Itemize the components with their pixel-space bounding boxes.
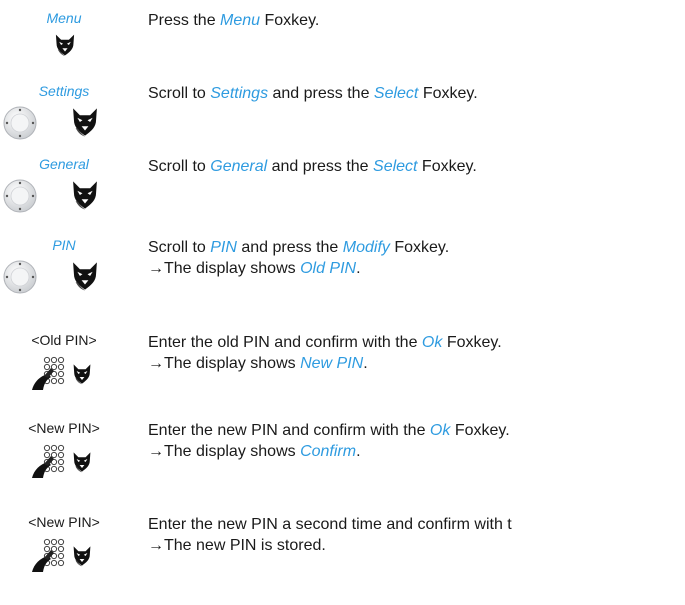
step-description: Scroll to PIN and press the Modify Foxke… [148, 237, 449, 279]
keypad-icon [30, 442, 70, 487]
text-segment: The display shows [164, 443, 301, 460]
highlighted-term: New PIN [300, 355, 364, 372]
description-line: Press the Menu Foxkey. [148, 10, 319, 31]
highlighted-term: Old PIN [300, 260, 357, 277]
step-description: Enter the old PIN and confirm with the O… [148, 332, 502, 374]
fox-icon [68, 178, 102, 217]
description-line: Enter the old PIN and confirm with the O… [148, 332, 502, 353]
text-segment: and press the [267, 158, 374, 175]
text-segment: Foxkey. [417, 158, 477, 175]
highlighted-term: Ok [429, 422, 451, 439]
highlighted-term: Settings [210, 85, 269, 102]
navigation-key-icon [2, 178, 38, 219]
text-segment: Enter the old PIN and confirm with the [148, 334, 422, 351]
highlighted-term: General [210, 158, 268, 175]
step-icons [0, 354, 128, 394]
highlighted-term: Ok [421, 334, 443, 351]
text-segment: Foxkey. [260, 12, 320, 29]
text-segment: The display shows [164, 260, 301, 277]
description-line: →The new PIN is stored. [148, 535, 512, 556]
step-icons [0, 259, 128, 299]
description-line: Scroll to General and press the Select F… [148, 156, 477, 177]
step-label: General [39, 156, 89, 172]
description-line: Enter the new PIN a second time and conf… [148, 514, 512, 535]
fox-icon [68, 259, 102, 298]
text-segment: and press the [268, 85, 374, 102]
text-segment: Enter the new PIN a second time and conf… [148, 516, 512, 533]
highlighted-term: Select [373, 158, 418, 175]
highlighted-term: Menu [220, 12, 261, 29]
text-segment: Scroll to [148, 239, 211, 256]
navigation-key-icon [2, 259, 38, 300]
text-segment: Foxkey. [450, 422, 510, 439]
description-line: Enter the new PIN and confirm with the O… [148, 420, 510, 441]
step-icons [0, 178, 128, 218]
keypad-icon [30, 354, 70, 399]
step-icons [0, 442, 128, 482]
step-description: Enter the new PIN a second time and conf… [148, 514, 512, 556]
arrow-icon: → [148, 355, 164, 372]
step-label: <New PIN> [28, 514, 100, 530]
fox-icon [70, 450, 94, 479]
step-label: Menu [46, 10, 82, 26]
highlighted-term: PIN [210, 239, 237, 256]
text-segment: Foxkey. [389, 239, 450, 256]
arrow-icon: → [148, 443, 164, 460]
keypad-icon [30, 536, 70, 581]
highlighted-term: Confirm [300, 443, 357, 460]
text-segment: Foxkey. [442, 334, 502, 351]
highlighted-term: Select [373, 85, 419, 102]
text-segment: Scroll to [148, 85, 211, 102]
step-icons [0, 105, 128, 145]
step-description: Scroll to General and press the Select F… [148, 156, 477, 177]
step-label: PIN [52, 237, 76, 253]
description-line: Scroll to Settings and press the Select … [148, 83, 478, 104]
text-segment: Enter the new PIN and confirm with the [148, 422, 430, 439]
text-segment: The display shows [164, 355, 301, 372]
highlighted-term: Modify [342, 239, 390, 256]
step-description: Enter the new PIN and confirm with the O… [148, 420, 510, 462]
text-segment: and press the [236, 239, 343, 256]
step-icons [0, 32, 128, 72]
text-segment: Foxkey. [418, 85, 478, 102]
text-segment: . [356, 443, 361, 460]
arrow-icon: → [148, 537, 164, 554]
fox-icon [68, 105, 102, 144]
step-icons [0, 536, 128, 576]
text-segment: . [363, 355, 368, 372]
description-line: Scroll to PIN and press the Modify Foxke… [148, 237, 449, 258]
description-line: →The display shows Old PIN. [148, 258, 449, 279]
fox-icon [70, 362, 94, 391]
step-description: Scroll to Settings and press the Select … [148, 83, 478, 104]
step-label: Settings [38, 83, 90, 99]
text-segment: Scroll to [148, 158, 211, 175]
text-segment: . [356, 260, 361, 277]
text-segment: The new PIN is stored. [164, 537, 326, 554]
navigation-key-icon [2, 105, 38, 146]
fox-icon [52, 32, 78, 63]
text-segment: Press the [148, 12, 221, 29]
step-label: <New PIN> [28, 420, 100, 436]
description-line: →The display shows New PIN. [148, 353, 502, 374]
description-line: →The display shows Confirm. [148, 441, 510, 462]
step-label: <Old PIN> [31, 332, 97, 348]
step-description: Press the Menu Foxkey. [148, 10, 319, 31]
fox-icon [70, 544, 94, 573]
arrow-icon: → [148, 260, 164, 277]
